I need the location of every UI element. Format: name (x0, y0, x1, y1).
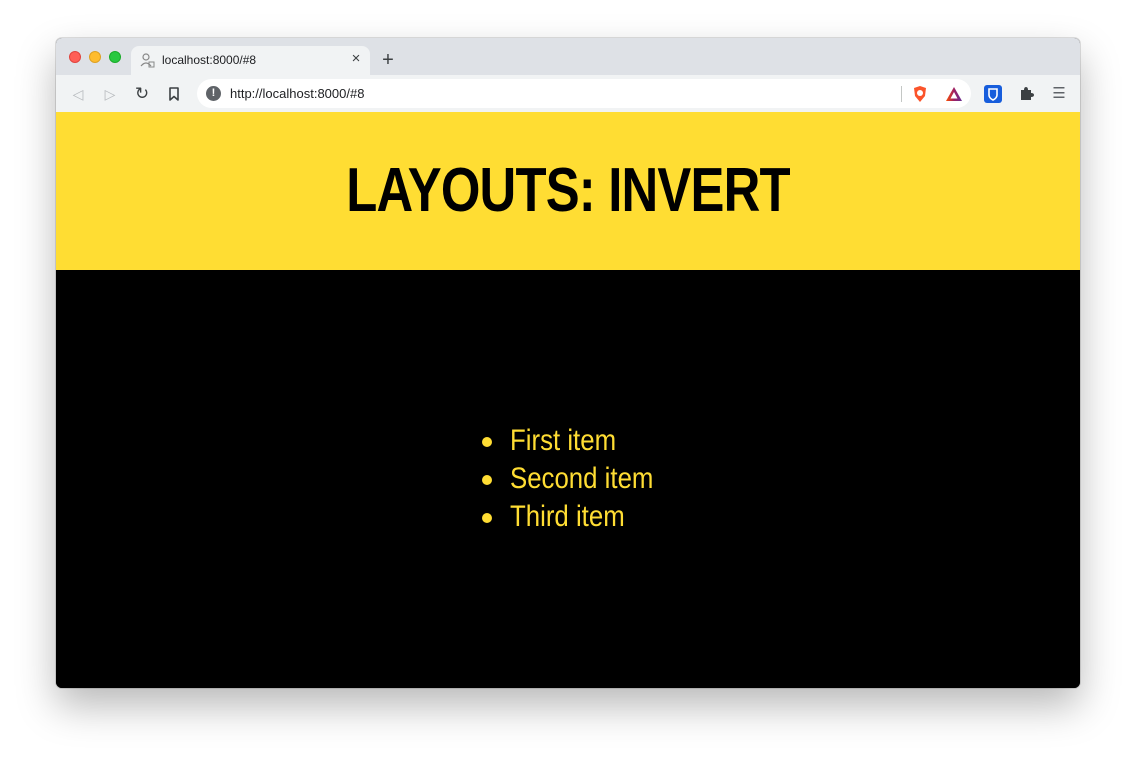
new-tab-button[interactable]: + (378, 50, 398, 70)
tab-title: localhost:8000/#8 (162, 53, 257, 67)
close-tab-icon[interactable]: × (348, 51, 364, 67)
tab-bar: localhost:8000/#8 × + (56, 38, 1080, 75)
brave-rewards-icon[interactable] (945, 85, 963, 103)
extensions-puzzle-icon[interactable] (1017, 85, 1035, 103)
bookmark-icon[interactable] (164, 84, 184, 104)
bullet-icon (482, 513, 492, 523)
list-item: Third item (482, 498, 677, 536)
forward-icon[interactable]: ▷ (100, 84, 120, 104)
minimize-window-button[interactable] (89, 51, 101, 63)
browser-tab[interactable]: localhost:8000/#8 × (131, 46, 370, 75)
url-text[interactable]: http://localhost:8000/#8 (230, 86, 364, 101)
page-content: First item Second item Third item (56, 270, 1080, 688)
menu-icon[interactable]: ☰ (1050, 85, 1068, 103)
bullet-icon (482, 437, 492, 447)
reload-icon[interactable]: ↻ (132, 84, 152, 104)
back-icon[interactable]: ◁ (68, 84, 88, 104)
close-window-button[interactable] (69, 51, 81, 63)
browser-toolbar: ◁ ▷ ↻ ! http://localhost:8000/#8 ☰ (56, 75, 1080, 112)
list-item: Second item (482, 460, 677, 498)
maximize-window-button[interactable] (109, 51, 121, 63)
page-header: LAYOUTS: INVERT (56, 112, 1080, 270)
user-agent-icon (139, 52, 155, 68)
site-info-icon[interactable]: ! (206, 86, 221, 101)
bullet-icon (482, 475, 492, 485)
bitwarden-icon[interactable] (984, 85, 1002, 103)
browser-window: localhost:8000/#8 × + ◁ ▷ ↻ ! http://loc… (56, 38, 1080, 688)
address-bar[interactable]: ! http://localhost:8000/#8 (197, 79, 971, 108)
list-item: First item (482, 422, 677, 460)
brave-shields-icon[interactable] (911, 85, 929, 103)
omnibox-divider (901, 86, 902, 102)
page-title: LAYOUTS: INVERT (346, 156, 790, 225)
item-list: First item Second item Third item (480, 422, 677, 536)
